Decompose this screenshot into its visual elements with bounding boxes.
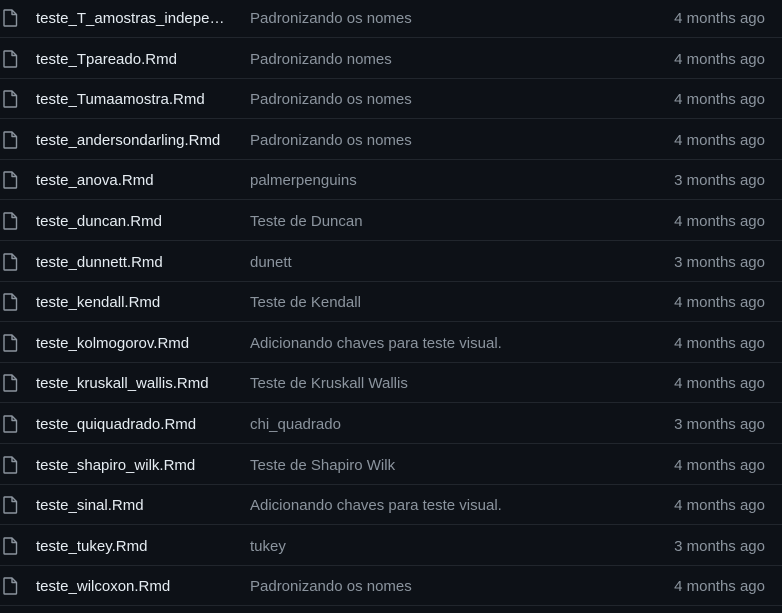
file-name-link[interactable]: teste_sinal.Rmd — [36, 496, 226, 515]
file-icon — [2, 9, 18, 27]
commit-time: 4 months ago — [674, 578, 765, 596]
file-row[interactable]: teste_shapiro_wilk.Rmd Teste de Shapiro … — [0, 445, 782, 485]
file-icon — [2, 577, 18, 596]
file-row[interactable]: teste_sinal.Rmd Adicionando chaves para … — [0, 485, 782, 526]
file-icon — [2, 90, 18, 108]
commit-message-link[interactable]: Padronizando os nomes — [250, 131, 580, 150]
commit-message-link[interactable]: Padronizando nomes — [250, 50, 580, 69]
file-name-link[interactable]: teste_andersondarling.Rmd — [36, 131, 226, 150]
commit-message-link[interactable]: Teste de Kendall — [250, 293, 580, 312]
file-name-link[interactable]: teste_tukey.Rmd — [36, 537, 226, 556]
commit-time: 3 months ago — [674, 253, 765, 271]
file-row[interactable]: teste_tukey.Rmd tukey 3 months ago — [0, 526, 782, 566]
commit-message-link[interactable]: Teste de Shapiro Wilk — [250, 456, 580, 475]
file-name-link[interactable]: teste_kruskall_wallis.Rmd — [36, 374, 226, 393]
commit-time: 4 months ago — [674, 334, 765, 352]
file-name-link[interactable]: teste_kendall.Rmd — [36, 293, 226, 312]
file-row[interactable]: teste_quiquadrado.Rmd chi_quadrado 3 mon… — [0, 404, 782, 444]
commit-time: 4 months ago — [674, 456, 765, 474]
commit-message-link[interactable]: Padronizando os nomes — [250, 577, 580, 596]
file-list: teste_T_amostras_indepen... Padronizando… — [0, 0, 782, 613]
file-row[interactable]: teste_kendall.Rmd Teste de Kendall 4 mon… — [0, 282, 782, 323]
file-icon — [2, 212, 18, 230]
commit-message-link[interactable]: Adicionando chaves para teste visual. — [250, 496, 580, 515]
file-row[interactable]: teste_andersondarling.Rmd Padronizando o… — [0, 120, 782, 160]
file-row[interactable]: teste_Tumaamostra.Rmd Padronizando os no… — [0, 79, 782, 120]
file-icon — [2, 49, 18, 68]
file-icon — [2, 496, 18, 514]
file-row[interactable]: teste_wilcoxon.Rmd Padronizando os nomes… — [0, 566, 782, 607]
file-name-link[interactable]: teste_quiquadrado.Rmd — [36, 415, 226, 434]
file-name-link[interactable]: teste_duncan.Rmd — [36, 212, 226, 231]
commit-time: 3 months ago — [674, 416, 765, 433]
commit-message-link[interactable]: chi_quadrado — [250, 415, 580, 434]
file-name-link[interactable]: teste_wilcoxon.Rmd — [36, 577, 226, 596]
file-name-link[interactable]: teste_kolmogorov.Rmd — [36, 334, 226, 353]
commit-message-link[interactable]: dunett — [250, 253, 580, 272]
file-row[interactable]: teste_Tpareado.Rmd Padronizando nomes 4 … — [0, 39, 782, 79]
file-icon — [2, 415, 18, 433]
commit-time: 4 months ago — [674, 497, 765, 515]
commit-message-link[interactable]: Teste de Duncan — [250, 212, 580, 231]
file-icon — [2, 455, 18, 474]
file-name-link[interactable]: teste_dunnett.Rmd — [36, 253, 226, 272]
commit-message-link[interactable]: Padronizando os nomes — [250, 9, 580, 28]
commit-time: 4 months ago — [674, 294, 765, 312]
commit-message-link[interactable]: Teste de Kruskall Wallis — [250, 374, 580, 393]
commit-time: 4 months ago — [674, 10, 765, 27]
commit-message-link[interactable]: Adicionando chaves para teste visual. — [250, 334, 580, 353]
commit-message-link[interactable]: tukey — [250, 537, 580, 556]
commit-time: 4 months ago — [674, 50, 765, 68]
file-name-link[interactable]: teste_T_amostras_indepen... — [36, 9, 226, 28]
commit-time: 3 months ago — [674, 537, 765, 555]
file-icon — [2, 334, 18, 352]
commit-time: 3 months ago — [674, 172, 765, 190]
file-row[interactable]: teste_anova.Rmd palmerpenguins 3 months … — [0, 160, 782, 201]
file-icon — [2, 374, 18, 393]
file-row[interactable]: teste_dunnett.Rmd dunett 3 months ago — [0, 242, 782, 282]
file-row[interactable]: teste_kolmogorov.Rmd Adicionando chaves … — [0, 323, 782, 363]
commit-time: 4 months ago — [674, 213, 765, 230]
commit-message-link[interactable]: palmerpenguins — [250, 171, 580, 190]
file-row[interactable]: teste_duncan.Rmd Teste de Duncan 4 month… — [0, 201, 782, 241]
file-icon — [2, 537, 18, 555]
file-name-link[interactable]: teste_shapiro_wilk.Rmd — [36, 456, 226, 475]
file-icon — [2, 293, 18, 311]
commit-time: 4 months ago — [674, 131, 765, 149]
commit-time: 4 months ago — [674, 91, 765, 109]
file-icon — [2, 252, 18, 271]
file-row[interactable]: teste_kruskall_wallis.Rmd Teste de Krusk… — [0, 363, 782, 404]
file-icon — [2, 171, 18, 190]
file-name-link[interactable]: teste_Tumaamostra.Rmd — [36, 90, 226, 109]
file-name-link[interactable]: teste_Tpareado.Rmd — [36, 50, 226, 69]
commit-message-link[interactable]: Padronizando os nomes — [250, 90, 580, 109]
commit-time: 4 months ago — [674, 375, 765, 393]
file-row[interactable]: teste_T_amostras_indepen... Padronizando… — [0, 0, 782, 38]
file-name-link[interactable]: teste_anova.Rmd — [36, 171, 226, 190]
file-icon — [2, 131, 18, 149]
